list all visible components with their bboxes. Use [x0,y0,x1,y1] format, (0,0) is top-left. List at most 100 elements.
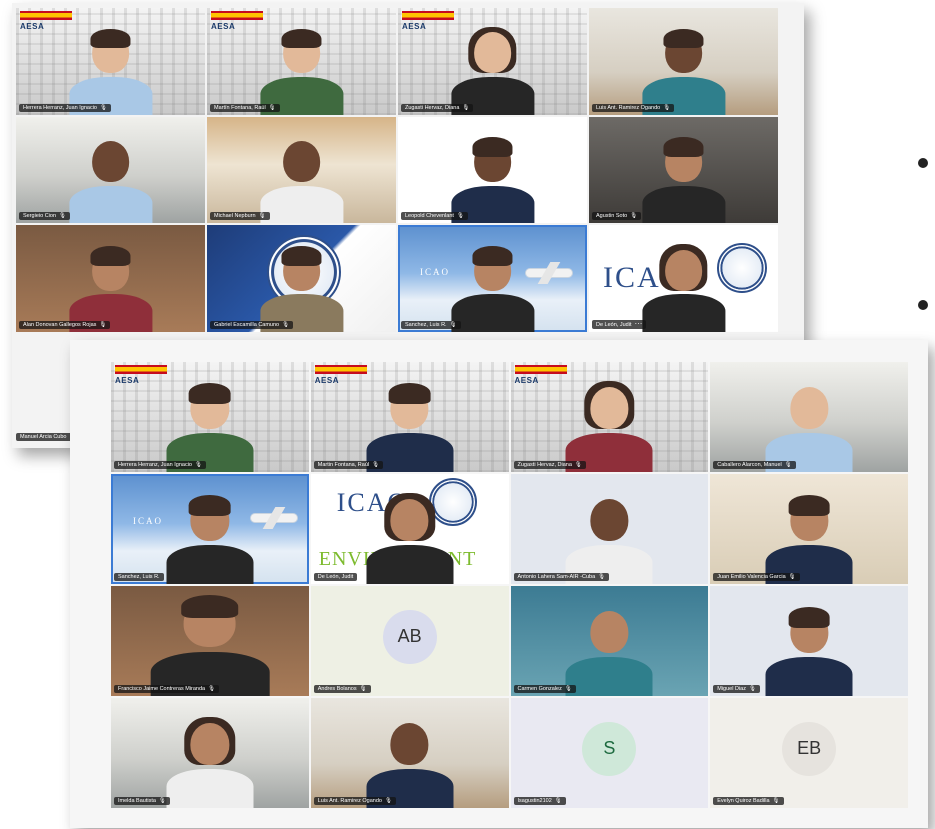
mic-icon: 🎙 [598,574,606,580]
video-tile[interactable]: Antonio Lahera Sam-AIR -Cuba 🎙 [510,474,709,584]
mic-icon: 🎙 [258,213,266,220]
slide-bullet [918,158,928,168]
video-tile[interactable]: AESA Martín Fontana, Raúl 🎙 [207,8,396,115]
mic-icon: 🎙 [663,104,671,111]
participant-video [565,492,653,584]
participant-name: Andres Bolanos 🎙 [313,685,371,693]
video-tile[interactable]: AESA Zugasti Hervaz, Diana 🎙 [398,8,587,115]
participant-name: De León, Judit [313,573,358,581]
mic-icon: 🎙 [99,321,107,328]
video-grid-front: AESA Herrera Herranz, Juan Ignacio 🎙 AESA… [111,362,908,808]
participant-name: Imelda Bautista 🎙 [114,797,170,805]
mic-icon: 🎙 [462,104,470,111]
video-tile[interactable]: EB Evelyn Quiroz Badilla 🎙 [710,698,908,808]
mic-icon: 🎙 [372,462,380,468]
icao-label: ICAO [133,516,163,526]
mic-icon: 🎙 [554,798,562,804]
participant-video [450,25,535,115]
video-tile[interactable]: Juan Emilio Valencia Garcia 🎙 [710,474,908,584]
mic-icon: 🎙 [456,213,464,220]
video-tile[interactable]: Luis Ant. Ramirez Ogando 🎙 [310,698,509,808]
participant-name: Sanchez, Luis R. [114,573,164,581]
participant-video [259,242,344,332]
airplane-image [251,514,297,522]
video-tile[interactable]: Leopold Chevenlant 🎙 [398,116,587,224]
mic-icon: 🎙 [449,321,457,328]
video-tile[interactable]: AB Andres Bolanos 🎙 [310,586,509,696]
video-tile[interactable]: S Isagustin2102 🎙 [510,698,709,808]
participant-video [450,134,535,224]
participant-name: Juan Emilio Valencia Garcia 🎙 [713,573,800,581]
participant-video [450,242,535,332]
video-tile[interactable]: AESA Herrera Herranz, Juan Ignacio 🎙 [16,8,205,115]
participant-name: Martín Fontana, Raúl 🎙 [210,103,280,112]
video-tile[interactable]: Michael Nepburn 🎙 [207,116,396,224]
mic-icon: 🎙 [772,798,780,804]
slide-bullet [918,300,928,310]
mic-icon: 🎙 [788,574,796,580]
aesa-logo: AESA [115,365,167,393]
mic-icon: 🎙 [268,104,276,111]
participant-video [259,134,344,224]
mic-icon: 🎙 [158,798,166,804]
participant-video [366,716,454,808]
video-tile[interactable]: Sergieio Cion 🎙 [16,116,205,224]
participant-video [765,380,853,472]
participant-name: Sergieio Cion 🎙 [19,212,71,221]
participant-video [765,604,853,696]
avatar: S [582,721,637,776]
participant-video [150,590,270,696]
video-tile[interactable]: Agustin Soto 🎙 [589,116,778,224]
mic-icon: 🎙 [282,321,290,328]
more-options-icon[interactable]: ··· [634,320,642,328]
video-tile[interactable]: Francisco Jaime Contreras Miranda 🎙 [111,586,309,696]
mic-icon: 🎙 [208,686,216,692]
mic-icon: 🎙 [359,686,367,692]
video-tile[interactable]: Imelda Bautista 🎙 [111,698,309,808]
video-tile-active-speaker[interactable]: ICAO Sanchez, Luis R. [111,474,309,584]
video-grid-back: AESA Herrera Herranz, Juan Ignacio 🎙 AESA… [16,8,778,332]
mic-icon: 🎙 [784,462,792,468]
avatar: EB [782,721,837,776]
participant-name: Caballero Alarcon, Manuel 🎙 [713,461,796,469]
video-tile[interactable]: AESA Zugasti Hervaz, Diana 🎙 [510,362,709,472]
mic-icon: 🎙 [99,104,107,111]
aesa-logo: AESA [211,11,263,39]
mic-icon: 🎙 [194,462,202,468]
participant-video [166,492,254,584]
participant-name: Martin Fontana, Raúl 🎙 [313,461,384,469]
participant-name: Evelyn Quiroz Badilla 🎙 [713,797,784,805]
participant-video [68,242,153,332]
participant-video [166,716,254,808]
participant-name: Leopold Chevenlant 🎙 [401,212,468,221]
participant-video [68,25,153,115]
avatar: AB [382,609,437,664]
video-tile[interactable]: Luis Ant. Ramirez Ogando 🎙 [589,8,778,115]
video-tile-active-speaker[interactable]: ICAO Sanchez, Luis R. 🎙 [398,225,587,332]
video-tile[interactable]: Carmen Gonzalez 🎙 [510,586,709,696]
participant-video [641,134,726,224]
video-tile[interactable]: Caballero Alarcon, Manuel 🎙 [710,362,908,472]
aesa-logo: AESA [314,365,367,393]
video-tile[interactable]: Miguel Diaz 🎙 [710,586,908,696]
participant-name: Herrera Herranz, Juan Ignacio 🎙 [114,461,206,469]
video-tile[interactable]: Gabriel Escamilla Camuno 🎙 [207,225,396,332]
participant-name: De León, Judit ··· [592,319,647,329]
participant-name: Zugasti Hervaz, Diana 🎙 [513,461,586,469]
aesa-logo: AESA [514,365,567,393]
meeting-screenshot-front: AESA Herrera Herranz, Juan Ignacio 🎙 AESA… [70,340,928,828]
video-tile[interactable]: Alan Donovan Gallegos Rojas 🎙 [16,225,205,332]
participant-video [765,492,853,584]
video-tile[interactable]: ICAO ENVIRONMENT De León, Judit [310,474,509,584]
participant-video [166,380,254,472]
icao-label: ICAO [420,267,450,278]
video-tile[interactable]: ICAO De León, Judit ··· [589,225,778,332]
participant-video [259,25,344,115]
mic-icon: 🎙 [564,686,572,692]
mic-icon: 🎙 [384,798,392,804]
participant-name: Carmen Gonzalez 🎙 [513,685,576,693]
video-tile[interactable]: AESA Herrera Herranz, Juan Ignacio 🎙 [111,362,309,472]
video-tile[interactable]: AESA Martin Fontana, Raúl 🎙 [310,362,509,472]
participant-name: Agustin Soto 🎙 [592,212,642,221]
mic-icon: 🎙 [748,686,756,692]
